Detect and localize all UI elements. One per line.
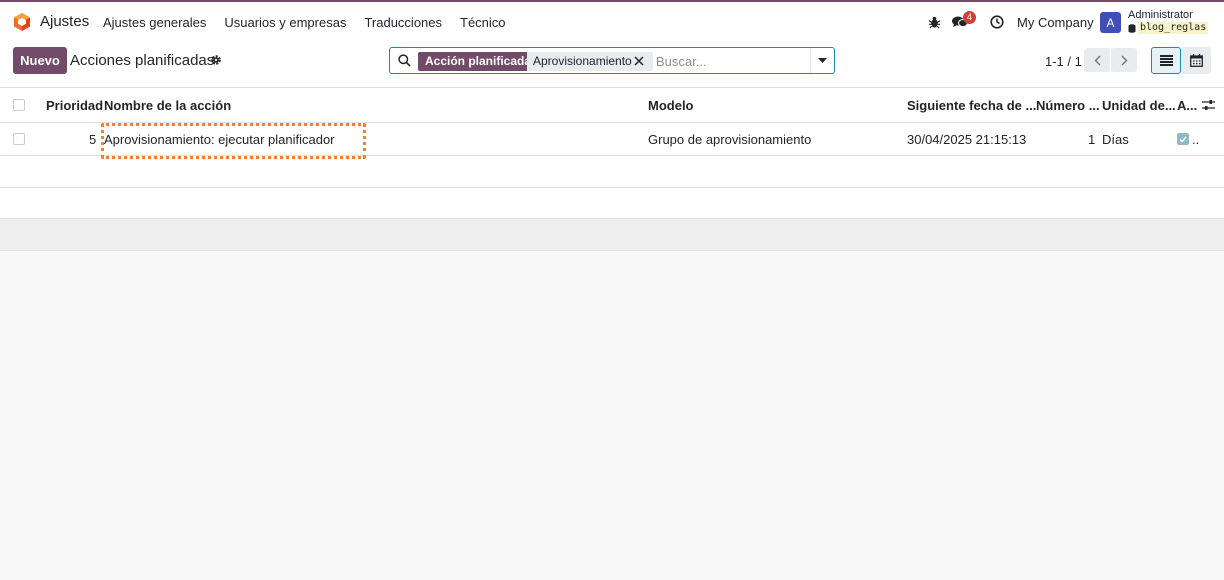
database-name: blog_reglas: [1138, 22, 1209, 34]
cell-unit: Días: [1102, 132, 1129, 147]
column-header-number[interactable]: Número ...: [1036, 98, 1100, 113]
pager-value[interactable]: 1-1 / 1: [1045, 54, 1082, 69]
user-menu[interactable]: Administrator blog_reglas: [1128, 9, 1209, 34]
cell-number: 1: [1088, 132, 1096, 147]
top-navbar: Ajustes Ajustes generales Usuarios y emp…: [0, 0, 1224, 40]
activity-clock-icon[interactable]: [990, 2, 1004, 42]
column-header-next-date[interactable]: Siguiente fecha de ...: [907, 98, 1036, 113]
checkmark-icon: [1179, 136, 1187, 143]
database-icon: [1128, 23, 1136, 33]
filter-facet-label: Acción planificada: [418, 52, 539, 71]
pager-next-button[interactable]: [1111, 48, 1137, 72]
cell-next-date: 30/04/2025 21:15:13: [907, 132, 1027, 147]
search-icon[interactable]: [398, 54, 411, 67]
control-panel: Nuevo Acciones planificadas Acción plani…: [0, 40, 1224, 88]
debug-bug-icon[interactable]: [928, 2, 941, 42]
empty-row: [0, 156, 1224, 188]
table-footer: [0, 219, 1224, 251]
menu-item-tecnico[interactable]: Técnico: [460, 15, 506, 30]
column-header-name[interactable]: Nombre de la acción: [104, 98, 231, 113]
highlight-annotation: [101, 123, 366, 159]
remove-facet-close-icon[interactable]: [634, 56, 644, 66]
column-header-priority[interactable]: Prioridad: [46, 98, 103, 113]
page-title: Acciones planificadas: [70, 52, 215, 69]
table-header-row: Prioridad Nombre de la acción Modelo Sig…: [0, 88, 1224, 123]
menu-item-usuarios-empresas[interactable]: Usuarios y empresas: [224, 15, 346, 30]
calendar-icon: [1189, 54, 1203, 67]
menu-item-traducciones[interactable]: Traducciones: [364, 15, 442, 30]
menu-item-ajustes-generales[interactable]: Ajustes generales: [103, 15, 206, 30]
column-header-model[interactable]: Modelo: [648, 98, 694, 113]
cell-active-overflow: ..: [1192, 132, 1200, 147]
app-name[interactable]: Ajustes: [40, 13, 89, 30]
user-name: Administrator: [1128, 9, 1193, 21]
row-select-checkbox[interactable]: [13, 133, 25, 145]
search-bar: Acción planificada Aprovisionamiento: [389, 47, 835, 74]
cell-priority: 5: [89, 132, 97, 147]
search-input[interactable]: [656, 52, 806, 71]
select-all-checkbox[interactable]: [13, 99, 25, 111]
cell-model: Grupo de aprovisionamiento: [648, 132, 812, 147]
list-view-button[interactable]: [1151, 47, 1181, 74]
column-header-unit[interactable]: Unidad de...: [1102, 98, 1176, 113]
new-button[interactable]: Nuevo: [13, 47, 67, 74]
active-checkbox-checked[interactable]: [1177, 133, 1189, 145]
column-header-active[interactable]: A...: [1177, 98, 1197, 113]
search-options-toggle[interactable]: [810, 48, 834, 73]
list-icon: [1159, 55, 1173, 66]
optional-columns-sliders-icon[interactable]: [1202, 99, 1215, 111]
messages-count-badge: 4: [963, 11, 977, 24]
chevron-left-icon: [1094, 55, 1100, 65]
calendar-view-button[interactable]: [1181, 47, 1211, 74]
odoo-logo-icon[interactable]: [12, 12, 32, 32]
pager-previous-button[interactable]: [1084, 48, 1110, 72]
empty-row: [0, 188, 1224, 219]
main-menu: Ajustes generales Usuarios y empresas Tr…: [103, 15, 524, 30]
chevron-right-icon: [1121, 55, 1127, 65]
caret-down-icon: [818, 57, 827, 63]
database-indicator: blog_reglas: [1128, 22, 1209, 34]
gear-icon[interactable]: [210, 54, 222, 66]
user-avatar[interactable]: A: [1100, 12, 1121, 33]
company-switcher[interactable]: My Company: [1017, 15, 1094, 30]
